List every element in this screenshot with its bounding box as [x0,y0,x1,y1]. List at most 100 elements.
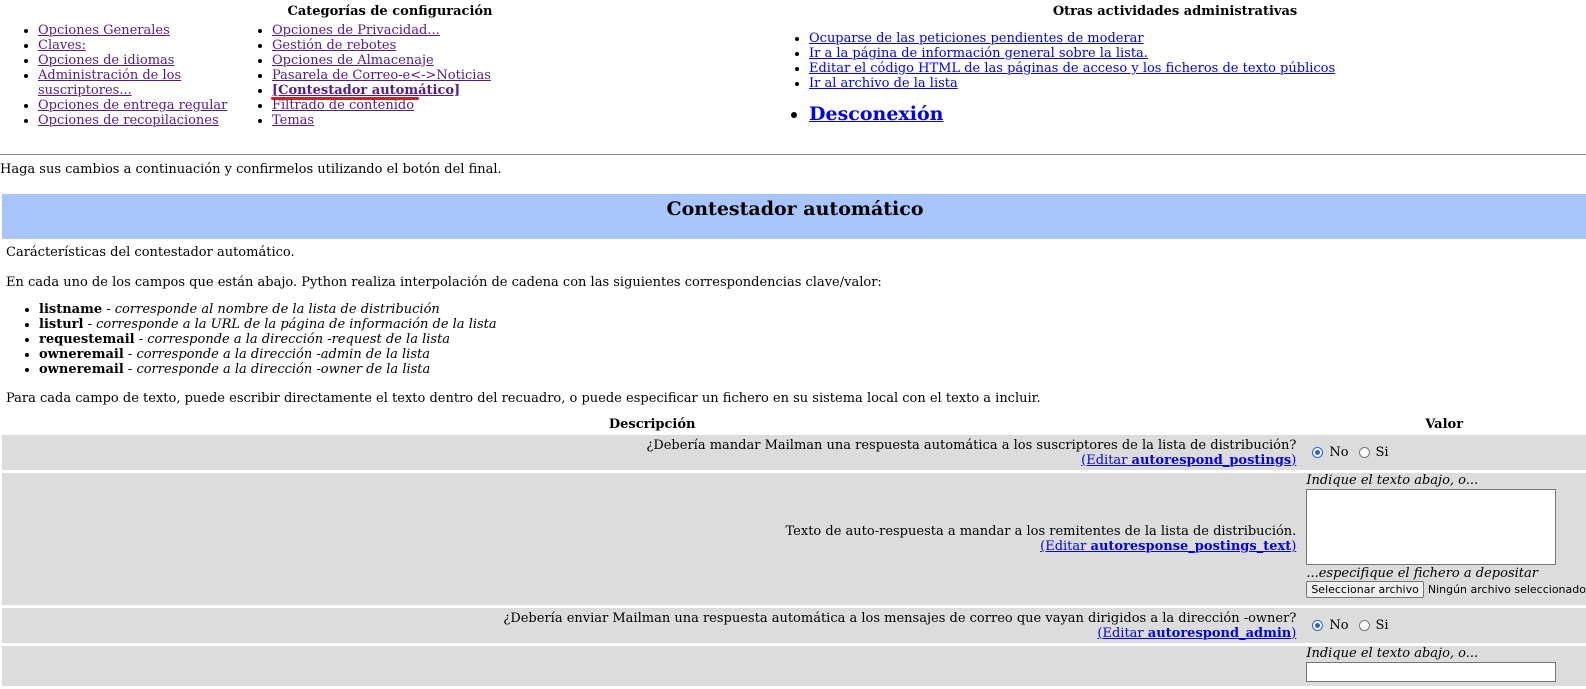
row-question: ¿Debería enviar Mailman una respuesta au… [503,610,1297,626]
nav-link-bounce[interactable]: Gestión de rebotes [272,38,396,53]
row-description: ¿Debería mandar Mailman una respuesta au… [2,435,1303,470]
choose-file-button[interactable]: Seleccionar archivo [1306,581,1424,598]
key-name: owneremail [39,347,124,362]
row-description: ¿Debería enviar Mailman una respuesta au… [2,608,1303,643]
edit-prefix: (Editar [1081,452,1132,468]
edit-suffix: ) [1291,452,1297,468]
nav-item: Opciones de Privacidad... [272,23,532,38]
nav-item: [Contestador automático] [272,83,532,98]
edit-prefix: (Editar [1097,625,1148,641]
column-header-value: Valor [1425,417,1464,432]
nav-link-gateway[interactable]: Pasarela de Correo-e<->Noticias [272,68,491,83]
radio-no[interactable] [1312,620,1324,631]
radio-yes[interactable] [1358,447,1370,458]
logout-item: Desconexión [809,103,1570,125]
description-paragraph: Carácterísticas del contestador automáti… [6,245,295,260]
edit-prefix: (Editar [1040,539,1091,554]
config-list-1: Opciones Generales Claves: Opciones de i… [0,23,240,128]
nav-link-passwords[interactable]: Claves: [38,38,86,53]
config-categories-heading: Categorías de configuración [287,4,493,19]
nav-link-languages[interactable]: Opciones de idiomas [38,53,174,68]
nav-link-general[interactable]: Opciones Generales [38,23,170,38]
admin-list: Ocuparse de las peticiones pendientes de… [780,31,1570,91]
key-desc: corresponde a la URL de la página de inf… [96,317,497,332]
edit-var-name: autorespond_admin [1147,625,1292,641]
interpolation-paragraph: En cada uno de los campos que están abaj… [6,275,882,290]
table-header-row: Descripción Valor [2,417,1586,432]
nav-link-members[interactable]: Administración de los suscriptores... [38,68,181,98]
key-name: requestemail [39,332,135,347]
key-name: listurl [39,317,84,332]
radio-no[interactable] [1312,447,1324,458]
nav-item: Filtrado de contenido [272,98,532,113]
nav-link-topics[interactable]: Temas [272,113,314,128]
no-file-label: Ningún archivo seleccionado [1427,583,1586,596]
radio-yes[interactable] [1358,620,1370,631]
key-item: listname - corresponde al nombre de la l… [39,302,1576,317]
key-desc: corresponde a la dirección -admin de la … [136,347,430,362]
row-value: No Si [1302,608,1586,643]
admin-link-archive[interactable]: Ir al archivo de la lista [809,76,958,91]
radio-no-label: No [1329,445,1349,460]
section-description: Carácterísticas del contestador automáti… [6,245,1576,406]
key-desc: corresponde a la dirección -request de l… [147,332,451,347]
column-header-description: Descripción [608,417,696,432]
admin-link-moderate[interactable]: Ocuparse de las peticiones pendientes de… [809,31,1144,46]
nav-link-archive[interactable]: Opciones de Almacenaje [272,53,434,68]
nav-link-digest[interactable]: Opciones de recopilaciones [38,113,219,128]
autoresponse-textarea[interactable] [1306,489,1557,565]
nav-item: Gestión de rebotes [272,38,532,53]
nav-link-autoreply-active[interactable]: [Contestador automático] [272,83,460,98]
nav-link-contentfilter[interactable]: Filtrado de contenido [272,98,414,113]
nav-item: Opciones Generales [38,23,240,38]
table-row: ¿Debería mandar Mailman una respuesta au… [2,435,1586,470]
admin-activities: Otras actividades administrativas Ocupar… [780,4,1570,125]
nav-item: Claves: [38,38,240,53]
table-row: Indique el texto abajo, o... [2,646,1586,686]
textfield-paragraph: Para cada campo de texto, puede escribir… [6,391,1041,406]
admin-item: Ir a la página de información general so… [809,46,1570,61]
row-question: ¿Debería mandar Mailman una respuesta au… [646,437,1297,453]
active-item-underline [271,97,419,100]
nav-item: Pasarela de Correo-e<->Noticias [272,68,532,83]
admin-activities-heading: Otras actividades administrativas [1052,4,1298,19]
edit-link-autorespond-admin[interactable]: (Editar autorespond_admin) [1097,626,1296,641]
nav-link-privacy[interactable]: Opciones de Privacidad... [272,23,440,38]
admin-link-edit-html[interactable]: Editar el código HTML de las páginas de … [809,61,1335,76]
row-value: No Si [1302,435,1586,470]
radio-no-label: No [1329,618,1349,633]
key-item: requestemail - corresponde a la direcció… [39,332,1576,347]
top-navigation: Categorías de configuración Opciones Gen… [0,0,1586,150]
row-description: Texto de auto-respuesta a mandar a los r… [2,473,1303,605]
key-desc: corresponde a la dirección -owner de la … [136,362,431,377]
file-hint: ...especifique el fichero a depositar [1306,566,1538,581]
radio-yes-label: Si [1375,618,1389,633]
edit-link-autoresponse-postings-text[interactable]: (Editar autoresponse_postings_text) [1040,539,1296,554]
key-desc: corresponde al nombre de la lista de dis… [114,302,440,317]
table-row: ¿Debería enviar Mailman una respuesta au… [2,608,1586,643]
settings-table: Descripción Valor ¿Debería mandar Mailma… [2,414,1586,689]
admin-item: Ir al archivo de la lista [809,76,1570,91]
edit-suffix: ) [1291,625,1297,641]
row-value: Indique el texto abajo, o... ...especifi… [1302,473,1586,605]
admin-link-listinfo[interactable]: Ir a la página de información general so… [809,46,1148,61]
nav-item: Opciones de Almacenaje [272,53,532,68]
table-row: Texto de auto-respuesta a mandar a los r… [2,473,1586,605]
key-name: listname [39,302,103,317]
nav-link-nondigest[interactable]: Opciones de entrega regular [38,98,227,113]
nav-item: Opciones de entrega regular [38,98,240,113]
text-hint: Indique el texto abajo, o... [1306,473,1479,488]
section-title: Contestador automático [2,194,1586,239]
row-value: Indique el texto abajo, o... [1302,646,1586,686]
logout-link[interactable]: Desconexión [809,103,943,125]
admin-item: Editar el código HTML de las páginas de … [809,61,1570,76]
nav-item: Opciones de idiomas [38,53,240,68]
autoresponse-admin-textarea[interactable] [1306,662,1557,682]
nav-item: Opciones de recopilaciones [38,113,240,128]
edit-var-name: autorespond_postings [1131,452,1292,468]
key-item: owneremail - corresponde a la dirección … [39,347,1576,362]
logout-list: Desconexión [780,103,1570,125]
edit-suffix: ) [1291,539,1297,554]
admin-item: Ocuparse de las peticiones pendientes de… [809,31,1570,46]
edit-link-autorespond-postings[interactable]: (Editar autorespond_postings) [1081,453,1296,468]
